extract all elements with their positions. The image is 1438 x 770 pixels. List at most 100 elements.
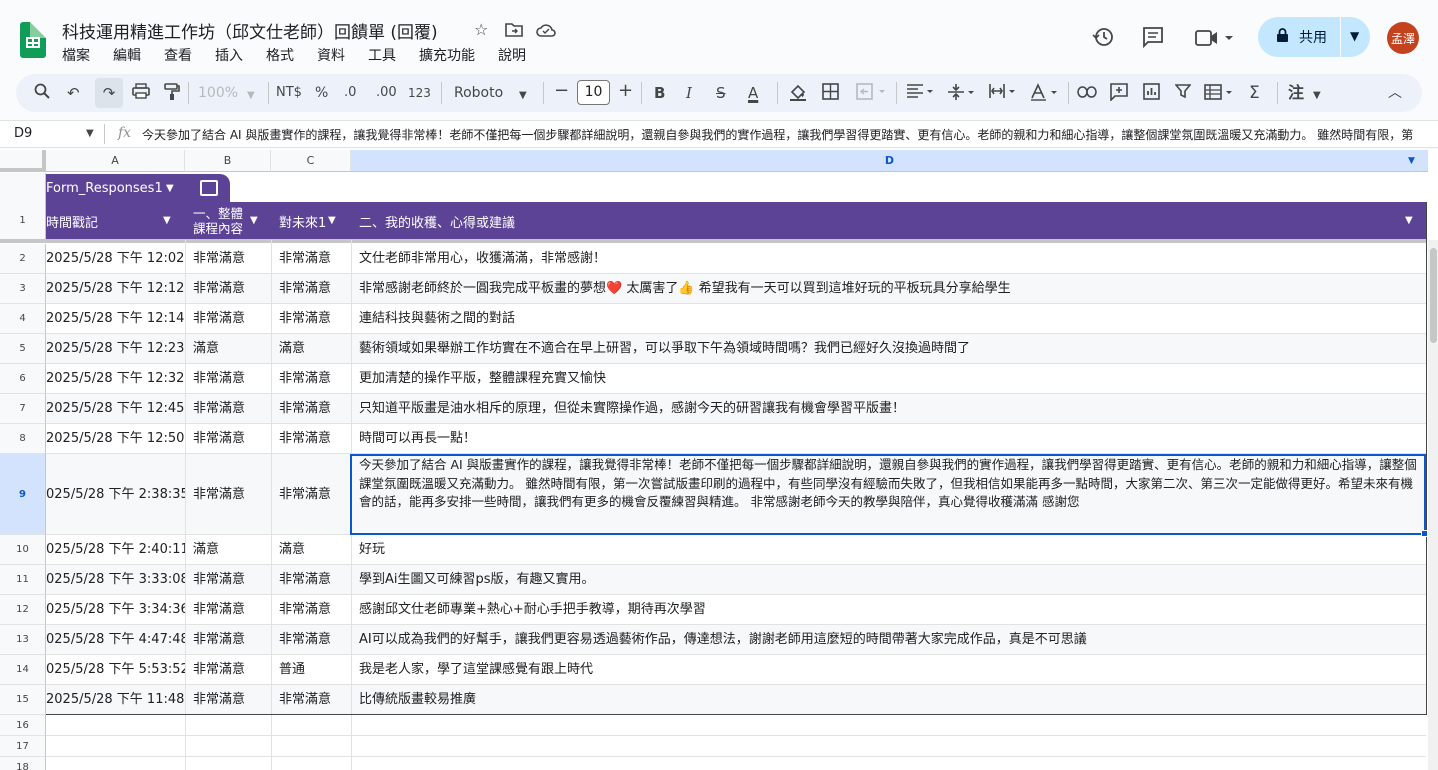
cell-feedback[interactable]: 更加清楚的操作平版，整體課程充實又愉快 [359,364,1419,394]
cell-overall-content[interactable]: 非常滿意 [193,364,271,394]
increase-decimal-button[interactable]: .00 [376,83,397,103]
row-header-1[interactable]: 1 [0,202,46,240]
currency-format-button[interactable]: NT$ [276,83,302,103]
sheets-logo-icon[interactable] [20,22,46,58]
cell-timestamp[interactable]: 2025/5/28 下午 12:14:2 [46,304,185,334]
menu-help[interactable]: 說明 [498,45,534,65]
cell-feedback[interactable]: 感謝邱文仕老師專業+熱心+耐心手把手教導，期待再次學習 [359,595,1419,625]
cell-feedback[interactable]: 非常感謝老師終於一圓我完成平板畫的夢想❤️ 太厲害了👍 希望我有一天可以買到這堆… [359,274,1419,304]
row-header-11[interactable]: 11 [0,565,46,595]
font-select[interactable]: Roboto [454,83,503,103]
cell-feedback[interactable]: 我是老人家，學了這堂課感覺有跟上時代 [359,655,1419,685]
merge-icon[interactable] [856,83,886,105]
menu-view[interactable]: 查看 [164,45,200,65]
share-button[interactable]: 共用 ▼ [1258,17,1370,57]
menu-insert[interactable]: 插入 [215,45,251,65]
cell-future[interactable]: 非常滿意 [279,244,349,274]
cell-future[interactable]: 普通 [279,655,349,685]
comment-icon[interactable] [1142,26,1164,53]
cell-feedback[interactable]: 連結科技與藝術之間的對話 [359,304,1419,334]
borders-icon[interactable] [822,83,839,105]
menu-data[interactable]: 資料 [317,45,353,65]
row-header-15[interactable]: 15 [0,685,46,715]
cell-future[interactable]: 非常滿意 [279,685,349,715]
move-folder-icon[interactable] [505,22,523,41]
cell-timestamp[interactable]: 025/5/28 下午 3:34:36 [46,595,185,625]
search-icon[interactable] [34,83,50,104]
cell-overall-content[interactable]: 非常滿意 [193,394,271,424]
align-icon[interactable] [906,83,936,104]
cell-future[interactable]: 非常滿意 [279,625,349,655]
zoom-dropdown-icon[interactable]: ▼ [247,86,255,106]
row-header-7[interactable]: 7 [0,394,46,424]
cell-overall-content[interactable]: 滿意 [193,535,271,565]
font-size-increase-button[interactable]: + [618,81,633,101]
cell-overall-content[interactable]: 非常滿意 [193,424,271,454]
cloud-status-icon[interactable] [536,22,556,41]
row-header-5[interactable]: 5 [0,334,46,364]
cell-overall-content[interactable]: 非常滿意 [193,304,271,334]
header-future[interactable]: 對未來1 [279,202,327,240]
font-dropdown-icon[interactable]: ▼ [519,86,527,106]
cell-overall-content[interactable]: 非常滿意 [193,480,271,510]
annotation-icon[interactable]: 注 [1288,83,1304,103]
row-header-10[interactable]: 10 [0,535,46,565]
chart-icon[interactable] [1143,83,1160,105]
history-icon[interactable] [1092,26,1114,53]
table-name[interactable]: Form_Responses1 [46,181,163,196]
frozen-row-divider[interactable] [0,239,1426,243]
cell-feedback[interactable]: 文仕老師非常用心，收獲滿滿，非常感謝！ [359,244,1419,274]
strikethrough-icon[interactable]: S [716,83,726,103]
cell-future[interactable]: 非常滿意 [279,595,349,625]
cell-timestamp[interactable]: 025/5/28 下午 5:53:52 [46,655,185,685]
cell-timestamp[interactable]: 2025/5/28 下午 12:32:2 [46,364,185,394]
col-header-a[interactable]: A [46,150,185,172]
comment-add-icon[interactable] [1110,83,1128,106]
row-header-16[interactable]: 16 [0,715,46,736]
valign-icon[interactable] [947,83,977,106]
row-header-8[interactable]: 8 [0,424,46,454]
number-format-button[interactable]: 123 [408,83,431,103]
row-header-9[interactable]: 9 [0,454,46,535]
table-calculator-icon[interactable] [200,180,218,196]
cell-timestamp[interactable]: 2025/5/28 下午 12:45:1 [46,394,185,424]
cell-timestamp[interactable]: 2025/5/28 下午 11:48:4 [46,685,185,715]
cell-timestamp[interactable]: 025/5/28 下午 4:47:48 [46,625,185,655]
formula-input[interactable]: 今天參加了結合 AI 與版畫實作的課程，讓我覺得非常棒！老師不僅把每一個步驟都詳… [142,126,1424,143]
cell-future[interactable]: 非常滿意 [279,364,349,394]
cell-feedback[interactable]: 學到Ai生圖又可練習ps版，有趣又實用。 [359,565,1419,595]
row-header-3[interactable]: 3 [0,274,46,304]
cell-future[interactable]: 非常滿意 [279,394,349,424]
cell-timestamp[interactable]: 025/5/28 下午 3:33:08 [46,565,185,595]
cell-overall-content[interactable]: 非常滿意 [193,274,271,304]
row-header-14[interactable]: 14 [0,655,46,685]
row-header-18[interactable]: 18 [0,757,46,770]
cell-timestamp[interactable]: 2025/5/28 下午 12:50:5 [46,424,185,454]
percent-format-button[interactable]: % [315,83,328,103]
header-c-dropdown-icon[interactable]: ▼ [328,215,336,226]
zoom-select[interactable]: 100% [198,83,238,103]
cell-overall-content[interactable]: 非常滿意 [193,655,271,685]
vertical-scrollbar-thumb[interactable] [1430,248,1437,343]
header-d-dropdown-icon[interactable]: ▼ [1405,215,1413,226]
font-size-input[interactable]: 10 [577,80,610,105]
menu-tools[interactable]: 工具 [368,45,404,65]
col-header-c[interactable]: C [271,150,351,172]
cell-feedback[interactable]: 比傳統版畫較易推廣 [359,685,1419,715]
cell-overall-content[interactable]: 非常滿意 [193,595,271,625]
select-all-corner[interactable] [0,150,46,172]
cell-future[interactable]: 非常滿意 [279,565,349,595]
fill-handle[interactable] [1421,530,1428,537]
col-d-menu-icon[interactable]: ▼ [1408,156,1415,166]
cell-timestamp[interactable]: 2025/5/28 下午 12:12:0 [46,274,185,304]
font-size-decrease-button[interactable]: − [554,81,569,101]
cell-feedback[interactable]: 時間可以再長一點！ [359,424,1419,454]
menu-extensions[interactable]: 擴充功能 [419,45,483,65]
text-color-icon[interactable]: A [748,83,758,103]
cell-feedback[interactable]: 只知道平版畫是油水相斥的原理，但從未實際操作過，感謝今天的研習讓我有機會學習平版… [359,394,1419,424]
collapse-icon[interactable]: ︿ [1388,83,1402,103]
cell-overall-content[interactable]: 非常滿意 [193,565,271,595]
menu-edit[interactable]: 編輯 [113,45,149,65]
name-box[interactable]: D9 [14,126,32,141]
rotate-icon[interactable] [1030,83,1060,106]
